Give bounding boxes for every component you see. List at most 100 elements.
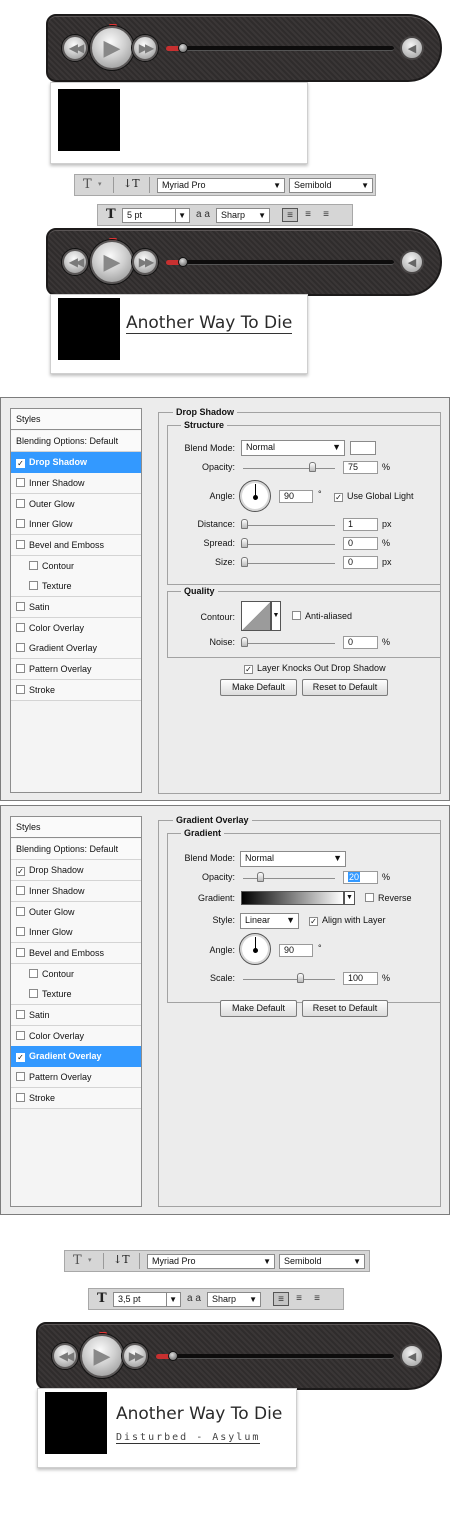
- align-left-button[interactable]: ≡: [273, 1292, 289, 1306]
- style-item-inner-shadow[interactable]: Inner Shadow: [11, 473, 141, 494]
- checkbox[interactable]: [16, 478, 25, 487]
- size-slider-thumb[interactable]: [241, 557, 248, 567]
- scale-slider[interactable]: [243, 979, 335, 980]
- checkbox[interactable]: [29, 561, 38, 570]
- anti-alias-select[interactable]: Sharp ▼: [216, 208, 270, 223]
- align-center-button[interactable]: ≡: [300, 208, 316, 222]
- spread-field[interactable]: 0: [343, 537, 378, 550]
- make-default-button[interactable]: Make Default: [220, 679, 297, 696]
- style-item-stroke[interactable]: Stroke: [11, 680, 141, 701]
- blending-options-item[interactable]: Blending Options: Default: [11, 839, 141, 860]
- noise-field[interactable]: 0: [343, 636, 378, 649]
- style-item-color-overlay[interactable]: Color Overlay: [11, 1026, 141, 1047]
- spread-slider[interactable]: [243, 544, 335, 545]
- align-center-button[interactable]: ≡: [291, 1292, 307, 1306]
- font-size-select[interactable]: 5 pt ▼: [122, 208, 190, 223]
- chevron-down-icon[interactable]: ▼: [344, 891, 355, 905]
- checkbox[interactable]: [16, 623, 25, 632]
- checkbox[interactable]: [16, 927, 25, 936]
- blend-mode-select[interactable]: Normal ▼: [241, 440, 345, 456]
- text-orientation-icon[interactable]: ↓T: [113, 1253, 130, 1266]
- checkbox[interactable]: [29, 581, 38, 590]
- angle-dial[interactable]: [239, 933, 271, 965]
- checkbox[interactable]: [16, 664, 25, 673]
- checkbox[interactable]: [16, 519, 25, 528]
- progress-track[interactable]: [166, 46, 394, 51]
- distance-slider-thumb[interactable]: [241, 519, 248, 529]
- checkbox[interactable]: [29, 969, 38, 978]
- progress-knob[interactable]: [168, 1351, 178, 1361]
- contour-picker[interactable]: [241, 601, 271, 631]
- style-item-color-overlay[interactable]: Color Overlay: [11, 618, 141, 639]
- style-item-gradient-overlay[interactable]: ✓ Gradient Overlay: [11, 1046, 141, 1067]
- align-right-button[interactable]: ≡: [309, 1292, 325, 1306]
- checkbox[interactable]: [16, 1010, 25, 1019]
- anti-alias-select[interactable]: Sharp ▼: [207, 1292, 261, 1307]
- checkbox[interactable]: [16, 1031, 25, 1040]
- reverse-checkbox[interactable]: Reverse: [365, 892, 412, 904]
- checkbox[interactable]: ✓: [244, 665, 253, 674]
- forward-button[interactable]: ▶▶: [132, 35, 158, 61]
- size-slider[interactable]: [243, 563, 335, 564]
- scale-slider-thumb[interactable]: [297, 973, 304, 983]
- checkbox[interactable]: [16, 948, 25, 957]
- distance-slider[interactable]: [243, 525, 335, 526]
- style-item-outer-glow[interactable]: Outer Glow: [11, 494, 141, 515]
- style-item-pattern-overlay[interactable]: Pattern Overlay: [11, 659, 141, 680]
- blending-options-item[interactable]: Blending Options: Default: [11, 431, 141, 452]
- font-family-select[interactable]: Myriad Pro ▼: [147, 1254, 275, 1269]
- shadow-color-swatch[interactable]: [350, 441, 376, 455]
- rewind-button[interactable]: ◀◀: [62, 249, 88, 275]
- style-item-pattern-overlay[interactable]: Pattern Overlay: [11, 1067, 141, 1088]
- checkbox[interactable]: [16, 602, 25, 611]
- style-item-bevel-emboss[interactable]: Bevel and Emboss: [11, 535, 141, 556]
- blend-mode-select[interactable]: Normal ▼: [240, 851, 346, 867]
- checkbox[interactable]: [292, 611, 301, 620]
- font-style-select[interactable]: Semibold ▼: [279, 1254, 365, 1269]
- forward-button[interactable]: ▶▶: [132, 249, 158, 275]
- chevron-down-icon[interactable]: ▾: [88, 1256, 92, 1264]
- chevron-down-icon[interactable]: ▼: [271, 601, 281, 631]
- gradient-style-select[interactable]: Linear ▼: [240, 913, 299, 929]
- play-button[interactable]: ▶: [90, 240, 134, 284]
- style-item-drop-shadow[interactable]: ✓ Drop Shadow: [11, 452, 141, 473]
- type-tool-icon[interactable]: T: [83, 177, 92, 192]
- align-with-layer-checkbox[interactable]: ✓ Align with Layer: [309, 914, 386, 926]
- progress-knob[interactable]: [178, 43, 188, 53]
- opacity-field[interactable]: 20: [343, 871, 378, 884]
- make-default-button[interactable]: Make Default: [220, 1000, 297, 1017]
- spread-slider-thumb[interactable]: [241, 538, 248, 548]
- opacity-slider[interactable]: [243, 468, 335, 469]
- style-item-inner-glow[interactable]: Inner Glow: [11, 514, 141, 535]
- checkbox[interactable]: ✓: [309, 917, 318, 926]
- reset-default-button[interactable]: Reset to Default: [302, 679, 388, 696]
- checkbox[interactable]: [16, 907, 25, 916]
- angle-field[interactable]: 90: [279, 944, 313, 957]
- opacity-slider-thumb[interactable]: [257, 872, 264, 882]
- checkbox[interactable]: [16, 643, 25, 652]
- rewind-button[interactable]: ◀◀: [52, 1343, 78, 1369]
- checkbox[interactable]: [16, 540, 25, 549]
- distance-field[interactable]: 1: [343, 518, 378, 531]
- forward-button[interactable]: ▶▶: [122, 1343, 148, 1369]
- checkbox[interactable]: ✓: [16, 867, 25, 876]
- style-item-drop-shadow[interactable]: ✓ Drop Shadow: [11, 860, 141, 881]
- font-family-select[interactable]: Myriad Pro ▼: [157, 178, 285, 193]
- checkbox[interactable]: ✓: [16, 1053, 25, 1062]
- volume-button[interactable]: ◀: [400, 1344, 424, 1368]
- play-button[interactable]: ▶: [80, 1334, 124, 1378]
- opacity-slider-thumb[interactable]: [309, 462, 316, 472]
- style-item-texture[interactable]: Texture: [11, 984, 141, 1005]
- volume-button[interactable]: ◀: [400, 36, 424, 60]
- checkbox[interactable]: ✓: [16, 459, 25, 468]
- style-item-gradient-overlay[interactable]: Gradient Overlay: [11, 638, 141, 659]
- checkbox[interactable]: [16, 886, 25, 895]
- font-size-select[interactable]: 3,5 pt ▼: [113, 1292, 181, 1307]
- opacity-field[interactable]: 75: [343, 461, 378, 474]
- type-tool-icon[interactable]: T: [73, 1253, 82, 1268]
- styles-header[interactable]: Styles: [11, 409, 141, 430]
- play-button[interactable]: ▶: [90, 26, 134, 70]
- rewind-button[interactable]: ◀◀: [62, 35, 88, 61]
- progress-track[interactable]: [156, 1354, 394, 1359]
- checkbox[interactable]: [29, 989, 38, 998]
